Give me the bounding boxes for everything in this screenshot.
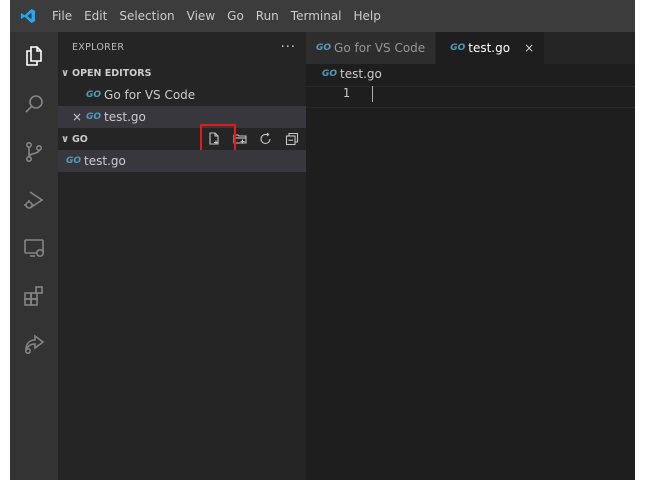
go-file-icon: GO — [316, 43, 332, 53]
tab-label: test.go — [468, 41, 511, 55]
more-actions-button[interactable]: ··· — [281, 40, 296, 55]
editor-tabs: GO Go for VS Code GO test.go × — [306, 32, 635, 64]
line-number: 1 — [342, 86, 350, 100]
remote-explorer-icon[interactable] — [10, 224, 58, 272]
refresh-button[interactable] — [256, 129, 276, 149]
folder-label: GO — [72, 133, 88, 145]
breadcrumb-label: test.go — [340, 67, 382, 81]
chevron-down-icon: ∨ — [60, 133, 70, 145]
tab-go-for-vs-code[interactable]: GO Go for VS Code — [306, 32, 437, 64]
menu-selection[interactable]: Selection — [113, 0, 180, 32]
file-label: test.go — [84, 154, 126, 168]
code-editor[interactable]: 1 — [306, 84, 635, 480]
breadcrumb[interactable]: GO test.go — [306, 64, 382, 84]
tab-label: Go for VS Code — [334, 41, 426, 55]
folder-section-go[interactable]: ∨ GO — [58, 124, 306, 152]
live-share-icon[interactable] — [10, 320, 58, 368]
collapse-all-button[interactable] — [282, 129, 302, 149]
vscode-window: File Edit Selection View Go Run Terminal… — [10, 0, 635, 480]
open-editors-label: OPEN EDITORS — [72, 67, 152, 79]
go-file-icon: GO — [450, 43, 466, 53]
chevron-down-icon: ∨ — [60, 67, 70, 79]
run-debug-icon[interactable] — [10, 176, 58, 224]
menu-bar: File Edit Selection View Go Run Terminal… — [10, 0, 635, 32]
go-file-icon: GO — [66, 156, 82, 166]
menu-run[interactable]: Run — [250, 0, 285, 32]
explorer-icon[interactable] — [10, 32, 58, 80]
open-editor-label: Go for VS Code — [104, 88, 196, 102]
source-control-icon[interactable] — [10, 128, 58, 176]
menu-edit[interactable]: Edit — [78, 0, 113, 32]
vscode-logo-icon[interactable] — [10, 0, 46, 32]
close-icon[interactable]: × — [524, 41, 534, 55]
menu-file[interactable]: File — [46, 0, 78, 32]
explorer-sidebar: EXPLORER ··· ∨ OPEN EDITORS GO Go for VS… — [58, 32, 306, 480]
search-icon[interactable] — [10, 80, 58, 128]
go-file-icon: GO — [86, 112, 102, 122]
current-line-highlight — [306, 86, 635, 108]
menu-view[interactable]: View — [181, 0, 221, 32]
activity-bar — [10, 32, 58, 480]
open-editor-label: test.go — [104, 110, 146, 124]
new-file-highlight — [200, 124, 236, 152]
tab-test-go[interactable]: GO test.go × — [436, 32, 546, 64]
go-file-icon: GO — [86, 90, 102, 100]
open-editors-section[interactable]: ∨ OPEN EDITORS — [58, 62, 306, 84]
open-editor-item[interactable]: GO Go for VS Code — [58, 84, 306, 106]
extensions-icon[interactable] — [10, 272, 58, 320]
menu-help[interactable]: Help — [348, 0, 387, 32]
text-cursor — [372, 86, 373, 102]
go-file-icon: GO — [322, 69, 338, 79]
open-editor-item[interactable]: × GO test.go — [58, 106, 306, 128]
close-icon[interactable]: × — [72, 110, 86, 124]
explorer-title: EXPLORER — [72, 41, 125, 53]
file-tree-item[interactable]: GO test.go — [58, 150, 306, 172]
menu-go[interactable]: Go — [221, 0, 250, 32]
menu-terminal[interactable]: Terminal — [285, 0, 348, 32]
explorer-header: EXPLORER ··· — [58, 32, 306, 62]
